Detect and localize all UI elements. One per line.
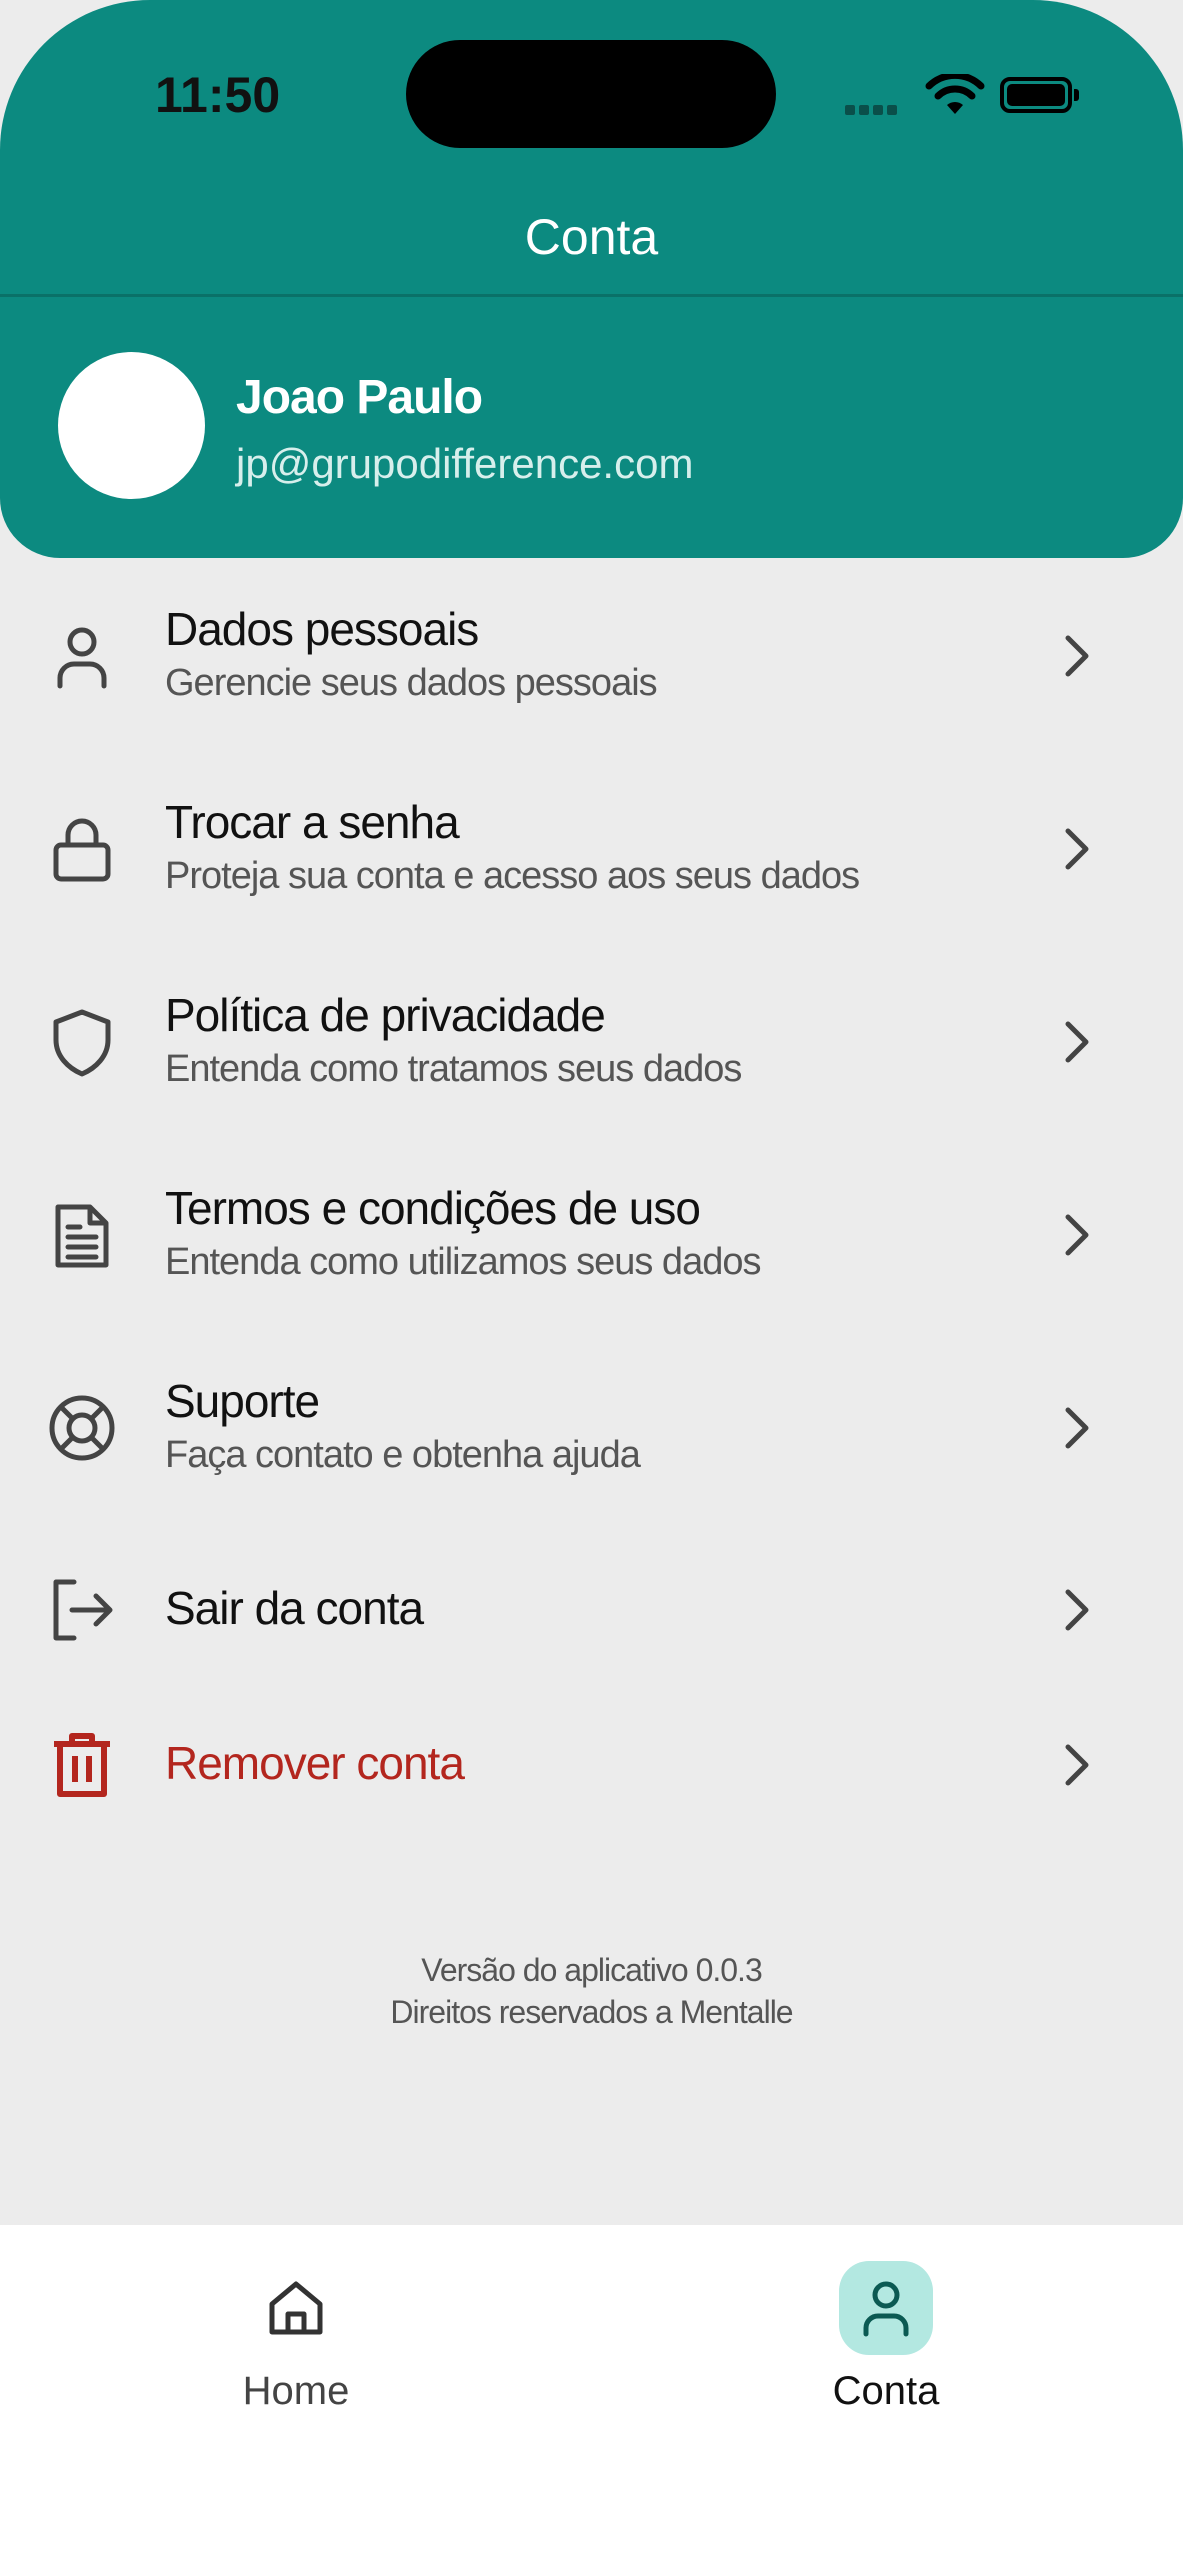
nav-label: Home <box>242 2369 350 2413</box>
chevron-right-icon <box>1065 1589 1089 1631</box>
avatar[interactable] <box>58 352 205 499</box>
nav-tab-home[interactable]: Home <box>176 2261 416 2414</box>
menu-item-subtitle: Faça contato e obtenha ajuda <box>165 1434 641 1476</box>
home-icon <box>269 2281 323 2335</box>
wifi-icon <box>925 74 985 114</box>
signal-icon <box>845 102 901 120</box>
menu-item-title: Suporte <box>165 1375 320 1427</box>
lifebuoy-icon <box>49 1395 115 1461</box>
user-name: Joao Paulo <box>236 371 483 424</box>
menu-item-title: Trocar a senha <box>165 796 460 848</box>
menu-item-title: Remover conta <box>165 1737 465 1789</box>
menu-item-subtitle: Entenda como tratamos seus dados <box>165 1048 742 1090</box>
shield-icon <box>53 1009 111 1077</box>
nav-label: Conta <box>832 2369 940 2413</box>
nav-icon-container <box>839 2261 933 2355</box>
menu-item-sair-conta[interactable]: Sair da conta <box>0 1523 1183 1673</box>
chevron-right-icon <box>1065 828 1089 870</box>
logout-icon <box>53 1579 113 1641</box>
menu-item-dados-pessoais[interactable]: Dados pessoais Gerencie seus dados pesso… <box>0 558 1183 748</box>
nav-tab-conta[interactable]: Conta <box>766 2261 1006 2414</box>
menu-item-title: Política de privacidade <box>165 989 606 1041</box>
battery-icon <box>1000 77 1079 113</box>
chevron-right-icon <box>1065 635 1089 677</box>
menu-item-trocar-senha[interactable]: Trocar a senha Proteja sua conta e acess… <box>0 751 1183 941</box>
menu-item-subtitle: Gerencie seus dados pessoais <box>165 662 658 704</box>
menu-item-politica-privacidade[interactable]: Política de privacidade Entenda como tra… <box>0 944 1183 1134</box>
menu-item-title: Termos e condições de uso <box>165 1182 701 1234</box>
status-icons <box>845 72 1085 120</box>
copyright-text: Direitos reservados a Mentalle <box>390 1994 793 2030</box>
menu-item-title: Dados pessoais <box>165 603 479 655</box>
menu-item-subtitle: Proteja sua conta e acesso aos seus dado… <box>165 855 860 897</box>
trash-icon <box>54 1733 110 1797</box>
status-time: 11:50 <box>155 67 281 123</box>
dynamic-island <box>406 40 776 148</box>
chevron-right-icon <box>1065 1744 1089 1786</box>
nav-icon-container <box>249 2261 343 2355</box>
menu-item-suporte[interactable]: Suporte Faça contato e obtenha ajuda <box>0 1330 1183 1520</box>
document-icon <box>55 1204 109 1268</box>
menu-item-title: Sair da conta <box>165 1582 424 1634</box>
person-icon <box>57 627 107 689</box>
bottom-nav: Home Conta <box>0 2225 1183 2560</box>
person-icon <box>863 2281 909 2337</box>
menu-item-termos-condicoes[interactable]: Termos e condições de uso Entenda como u… <box>0 1137 1183 1327</box>
header-divider <box>0 294 1183 297</box>
account-header: 11:50 Conta Joao Paulo jp@grupodifferenc… <box>0 0 1183 558</box>
app-version: Versão do aplicativo 0.0.3 <box>421 1952 762 1988</box>
user-email: jp@grupodifference.com <box>236 440 694 487</box>
menu-item-subtitle: Entenda como utilizamos seus dados <box>165 1241 761 1283</box>
menu-item-remover-conta[interactable]: Remover conta <box>0 1678 1183 1828</box>
chevron-right-icon <box>1065 1407 1089 1449</box>
chevron-right-icon <box>1065 1214 1089 1256</box>
lock-icon <box>53 818 111 882</box>
page-title: Conta <box>524 209 659 265</box>
chevron-right-icon <box>1065 1021 1089 1063</box>
